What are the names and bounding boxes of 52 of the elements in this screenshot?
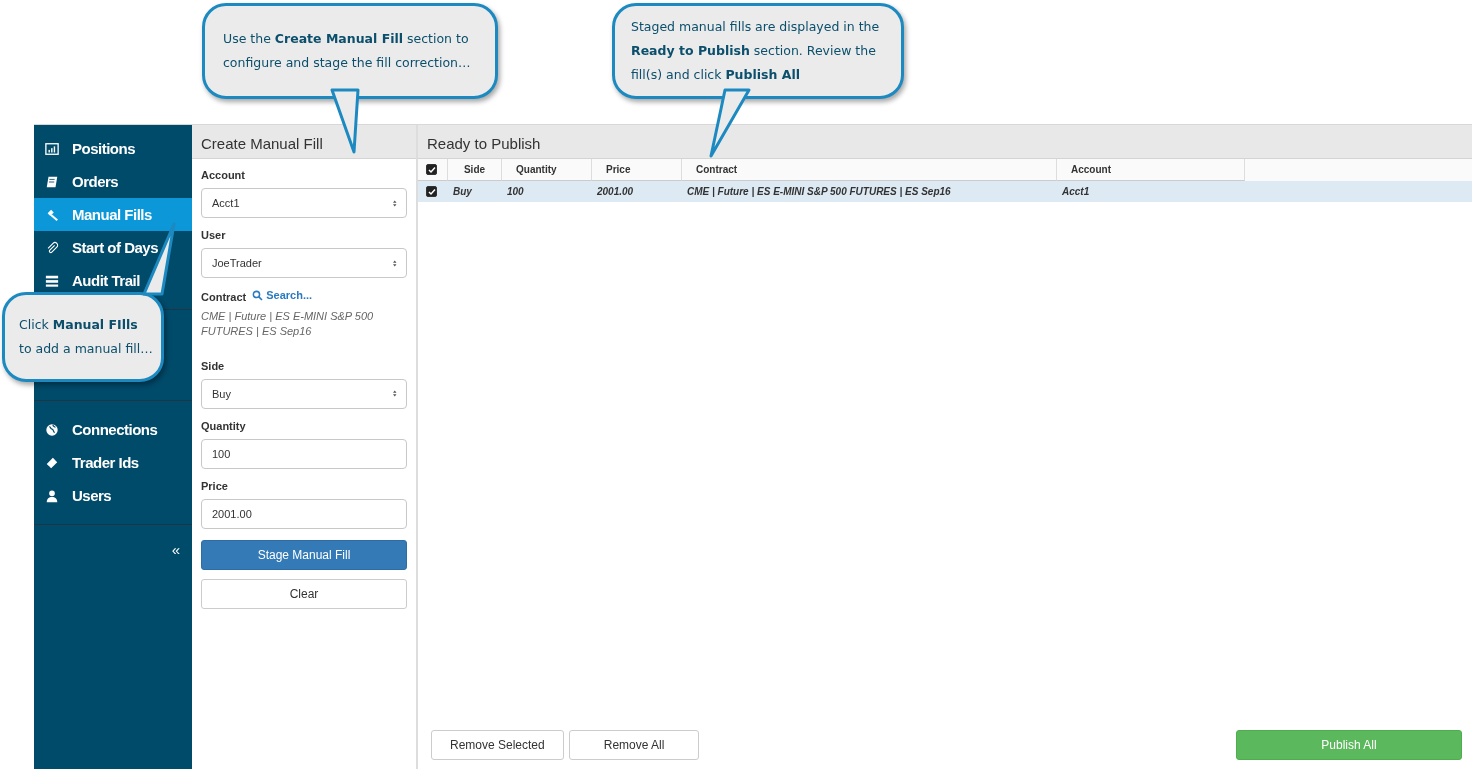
book-icon: [45, 174, 59, 189]
callout-text: Staged manual fills are displayed in the Ready to Publish section. Review the fill(s) and click Publish All: [631, 18, 881, 84]
sidebar-item[interactable]: Trader Ids: [34, 446, 192, 479]
user-icon: [45, 488, 59, 503]
checkbox[interactable]: [426, 164, 437, 175]
bar-chart-icon: [45, 141, 59, 156]
action-button[interactable]: Remove All: [568, 730, 700, 760]
column-header: Quantity: [516, 164, 557, 175]
column-header: Side: [463, 164, 486, 175]
sidebar-item[interactable]: Positions: [34, 132, 192, 165]
globe-icon: [45, 422, 59, 437]
panel-title: Ready to Publish: [418, 125, 1472, 159]
gavel-icon: [45, 207, 59, 222]
form-button[interactable]: Stage Manual Fill: [201, 539, 407, 570]
panel-title: Create Manual Fill: [192, 125, 416, 159]
column-header: Contract: [696, 164, 738, 175]
dropdown-field[interactable]: JoeTrader: [201, 248, 407, 278]
form-button[interactable]: Clear: [201, 578, 407, 609]
checkbox[interactable]: [426, 186, 437, 197]
check-icon: [427, 187, 436, 196]
dropdown-field[interactable]: Acct1: [201, 188, 407, 218]
action-button[interactable]: Remove Selected: [431, 730, 564, 760]
table-cell: 2001.00: [597, 186, 634, 197]
contract-text: CME | Future | ES E-MINI S&P 500 FUTURES | ES Sep16: [201, 308, 375, 339]
field-label: Side: [201, 359, 226, 372]
sidebar-item[interactable]: Users: [34, 479, 192, 512]
sidebar-item[interactable]: Orders: [34, 165, 192, 198]
collapse-button[interactable]: «: [171, 541, 180, 558]
check-icon: [427, 165, 436, 174]
table-row[interactable]: Buy 100 2001.00 CME | Future | ES E-MINI S&P 500 FUTURES | ES Sep16 Acct1: [418, 181, 1472, 202]
input-field[interactable]: 100: [201, 438, 407, 469]
field-label: Account: [201, 169, 246, 181]
field-label: Quantity: [201, 419, 247, 432]
sidebar-item[interactable]: Connections: [34, 413, 192, 446]
list-icon: [45, 273, 59, 288]
paperclip-icon: [45, 240, 59, 255]
table-cell: Acct1: [1062, 186, 1090, 197]
sidebar-item[interactable]: Start of Days: [34, 231, 192, 264]
table-cell: Buy: [453, 186, 472, 197]
table-cell: CME | Future | ES E-MINI S&P 500 FUTURES | ES Sep16: [687, 186, 951, 197]
column-header: Price: [606, 164, 631, 175]
callout-text: Click Manual FIlls to add a manual fill…: [19, 316, 153, 358]
search-icon: [252, 289, 264, 301]
search-link[interactable]: Search...: [252, 289, 313, 301]
field-label: Price: [201, 479, 229, 492]
dropdown-field[interactable]: Buy: [201, 378, 407, 409]
input-field[interactable]: 2001.00: [201, 498, 407, 529]
column-header: Account: [1071, 164, 1111, 175]
field-label: User: [201, 229, 227, 241]
field-label: Contract: [201, 290, 247, 303]
table-cell: 100: [507, 186, 524, 197]
callout-text: Use the Create Manual Fill section to configure and stage the fill correction…: [223, 30, 472, 72]
